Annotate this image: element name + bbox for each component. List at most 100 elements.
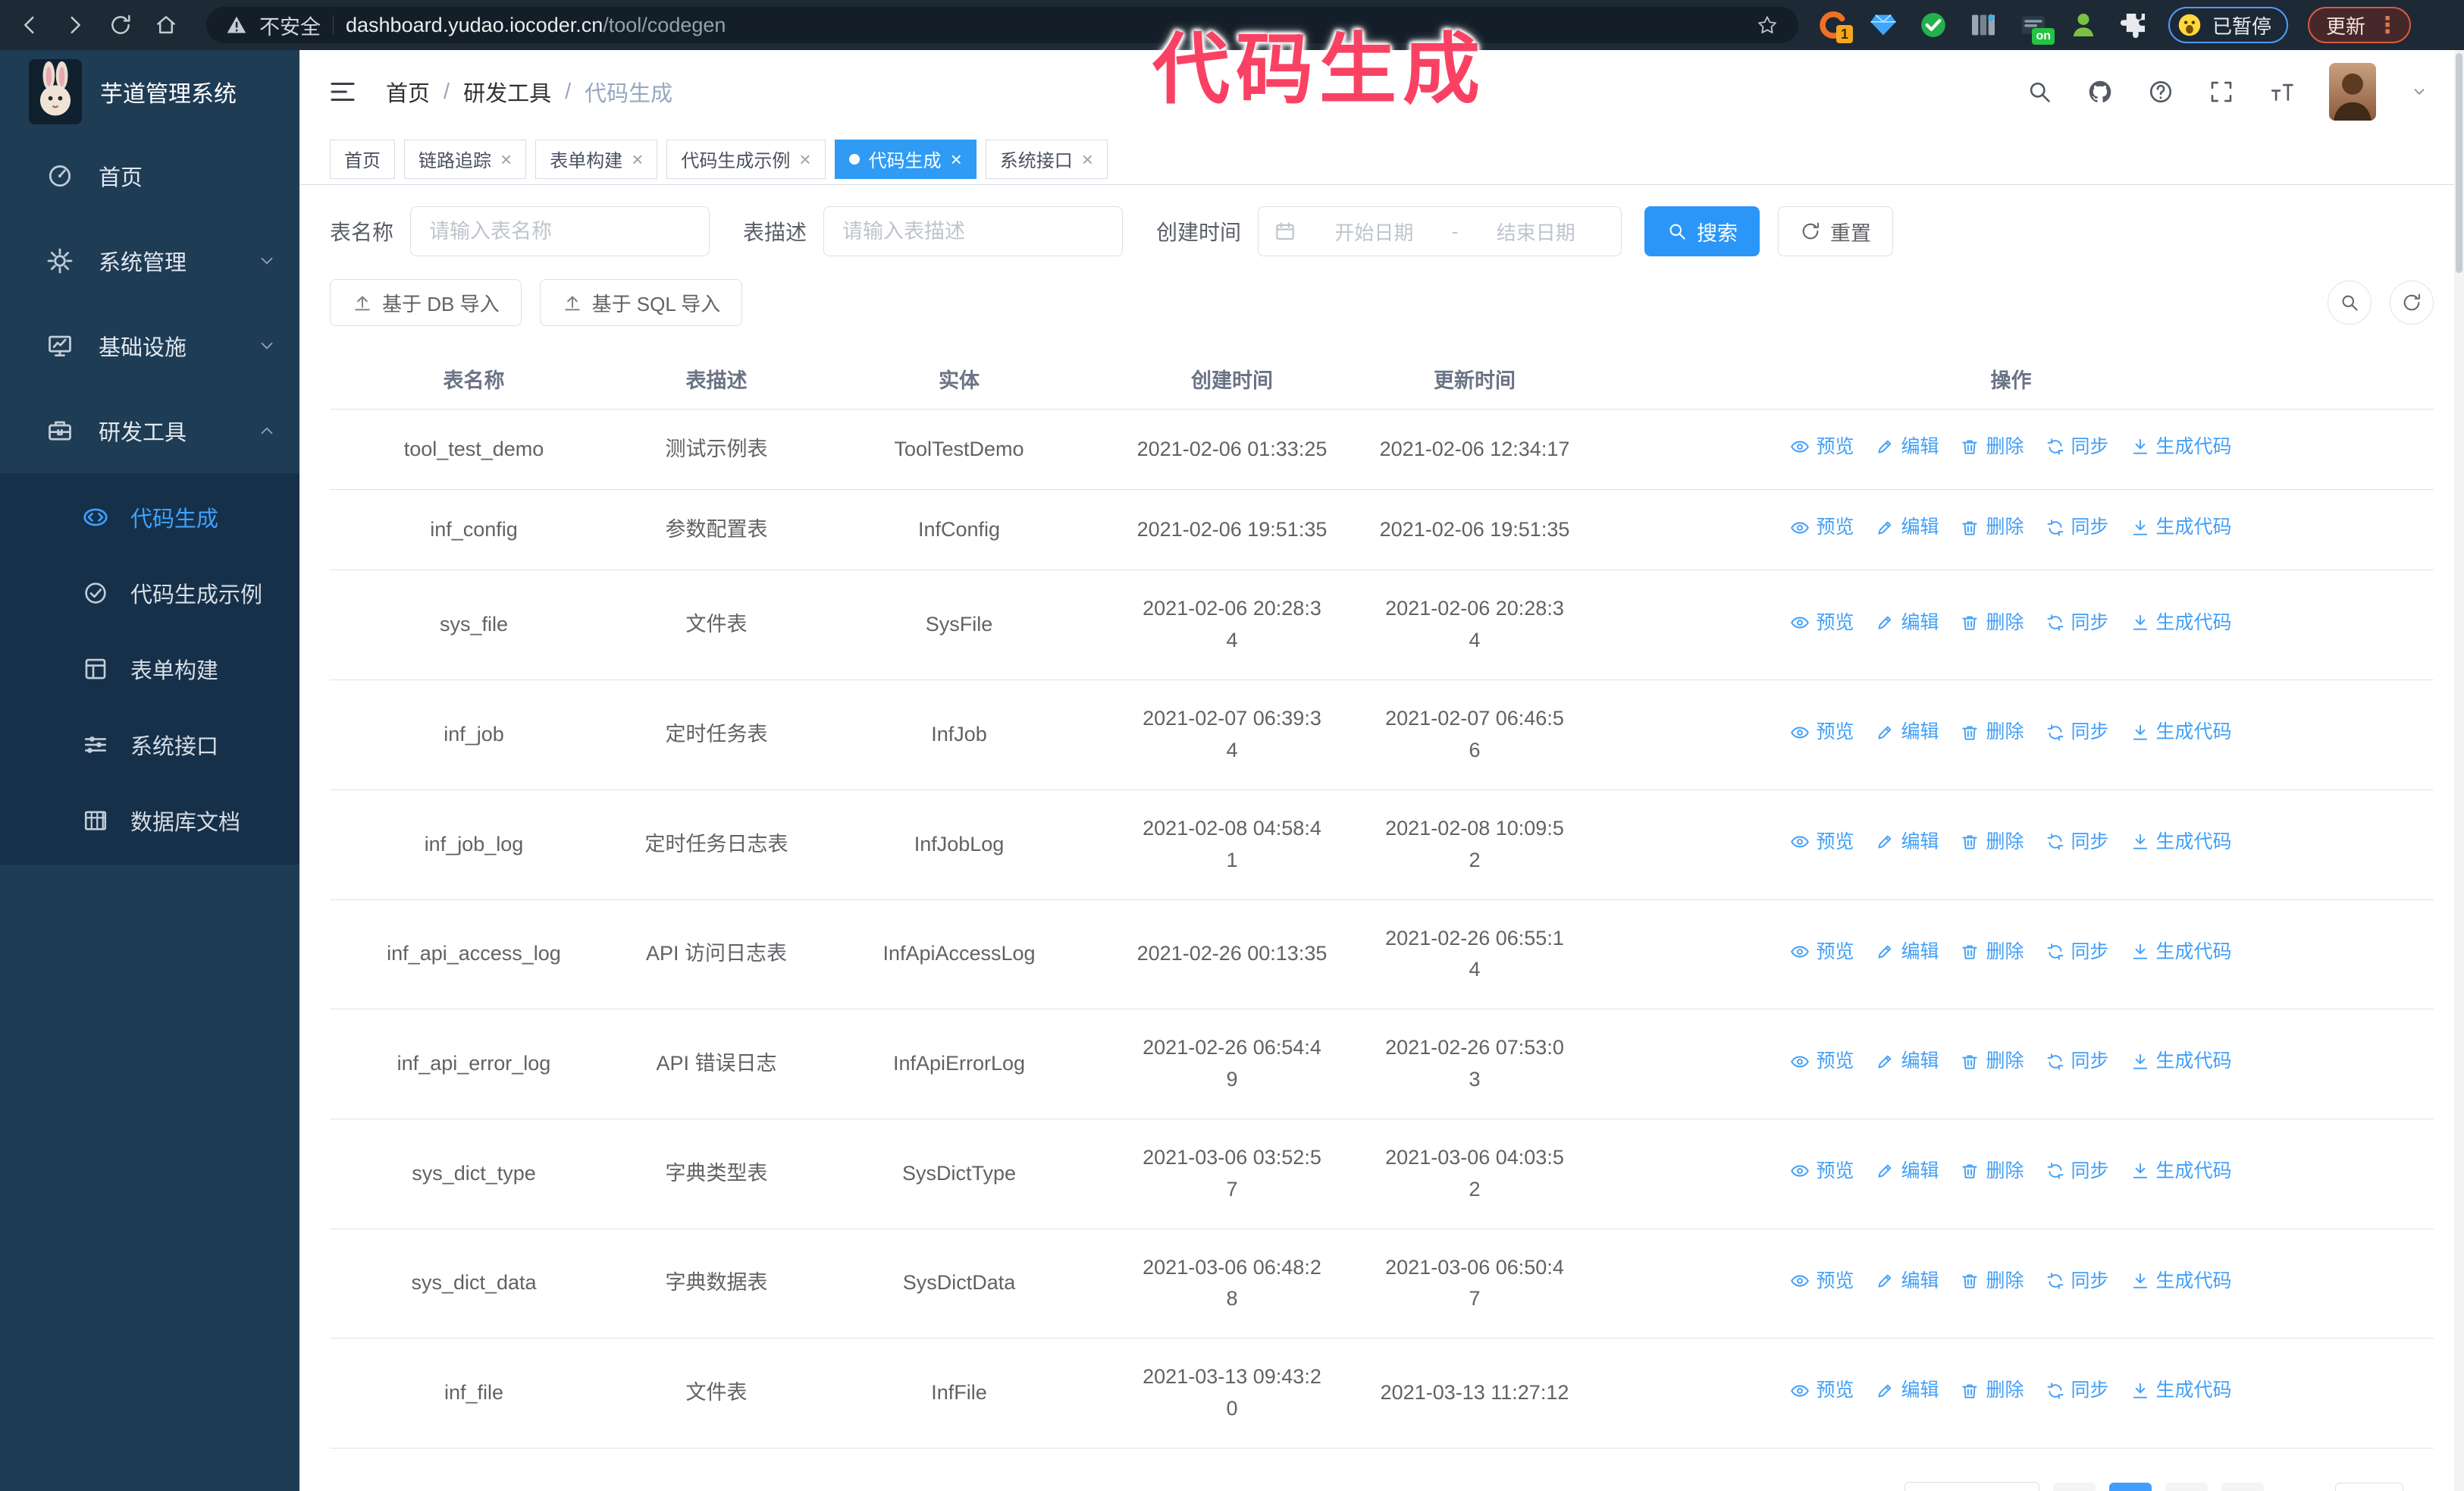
eye-action-link[interactable]: 预览	[1790, 1267, 1854, 1296]
sync-action-link[interactable]: 同步	[2045, 1047, 2109, 1076]
download-action-link[interactable]: 生成代码	[2130, 608, 2232, 638]
tag-3[interactable]: 代码生成示例 ×	[666, 139, 826, 179]
delete-action-link[interactable]: 删除	[1960, 937, 2024, 967]
app-logo[interactable]: 芋道管理系统	[0, 50, 299, 133]
tag-1[interactable]: 链路追踪 ×	[404, 139, 527, 179]
eye-action-link[interactable]: 预览	[1790, 1157, 1854, 1186]
sync-action-link[interactable]: 同步	[2045, 1157, 2109, 1186]
download-action-link[interactable]: 生成代码	[2130, 432, 2232, 462]
scrollbar-thumb[interactable]	[2456, 53, 2462, 273]
sidebar-subitem-form[interactable]: 表单构建	[0, 631, 299, 707]
download-action-link[interactable]: 生成代码	[2130, 1157, 2232, 1186]
extension-blue-gem-icon[interactable]	[1868, 10, 1898, 40]
sync-action-link[interactable]: 同步	[2045, 1376, 2109, 1405]
import-db-button[interactable]: 基于 DB 导入	[330, 279, 522, 326]
hamburger-icon[interactable]	[327, 76, 359, 108]
update-button[interactable]: 更新 ⋮	[2308, 7, 2412, 43]
close-icon[interactable]: ×	[632, 149, 643, 169]
sidebar-subitem-sliders[interactable]: 系统接口	[0, 707, 299, 783]
delete-action-link[interactable]: 删除	[1960, 608, 2024, 638]
sync-action-link[interactable]: 同步	[2045, 717, 2109, 747]
page-scrollbar[interactable]	[2454, 50, 2464, 1491]
date-range-picker[interactable]: 开始日期 - 结束日期	[1258, 206, 1622, 256]
delete-action-link[interactable]: 删除	[1960, 827, 2024, 857]
sidebar-subitem-dbtable[interactable]: 数据库文档	[0, 783, 299, 859]
sync-action-link[interactable]: 同步	[2045, 937, 2109, 967]
sidebar-item-gear[interactable]: 系统管理	[0, 218, 299, 303]
tag-4[interactable]: 代码生成 ×	[834, 139, 977, 179]
goto-page-input[interactable]	[2334, 1482, 2403, 1491]
download-action-link[interactable]: 生成代码	[2130, 717, 2232, 747]
edit-action-link[interactable]: 编辑	[1875, 1267, 1939, 1296]
tag-0[interactable]: 首页	[330, 139, 395, 179]
eye-action-link[interactable]: 预览	[1790, 513, 1854, 542]
extension-green-figure-icon[interactable]	[2068, 10, 2099, 40]
paused-badge[interactable]: 已暂停	[2168, 7, 2289, 43]
breadcrumb-item[interactable]: 研发工具	[463, 76, 551, 108]
edit-action-link[interactable]: 编辑	[1875, 608, 1939, 638]
browser-forward-icon[interactable]	[62, 12, 88, 38]
close-icon[interactable]: ×	[951, 149, 962, 169]
eye-action-link[interactable]: 预览	[1790, 827, 1854, 857]
font-size-icon[interactable]	[2268, 78, 2296, 105]
close-icon[interactable]: ×	[500, 149, 512, 169]
edit-action-link[interactable]: 编辑	[1875, 432, 1939, 462]
address-bar[interactable]: 不安全 dashboard.yudao.iocoder.cn/tool/code…	[206, 7, 1798, 43]
delete-action-link[interactable]: 删除	[1960, 1267, 2024, 1296]
refresh-table-button[interactable]	[2390, 281, 2434, 325]
breadcrumb-item[interactable]: 首页	[386, 76, 430, 108]
edit-action-link[interactable]: 编辑	[1875, 513, 1939, 542]
tag-5[interactable]: 系统接口 ×	[985, 139, 1108, 179]
sync-action-link[interactable]: 同步	[2045, 608, 2109, 638]
bookmark-star-icon[interactable]	[1756, 14, 1779, 36]
sync-action-link[interactable]: 同步	[2045, 513, 2109, 542]
help-icon[interactable]	[2147, 78, 2174, 105]
avatar[interactable]	[2329, 63, 2376, 121]
table-name-input[interactable]	[410, 206, 710, 256]
search-button[interactable]: 搜索	[1644, 206, 1760, 256]
eye-action-link[interactable]: 预览	[1790, 432, 1854, 462]
sidebar-item-toolbox[interactable]: 研发工具	[0, 388, 299, 473]
page-button-2[interactable]: 2	[2165, 1482, 2208, 1491]
delete-action-link[interactable]: 删除	[1960, 1157, 2024, 1186]
eye-action-link[interactable]: 预览	[1790, 717, 1854, 747]
delete-action-link[interactable]: 删除	[1960, 432, 2024, 462]
edit-action-link[interactable]: 编辑	[1875, 1157, 1939, 1186]
delete-action-link[interactable]: 删除	[1960, 1047, 2024, 1076]
next-page-button[interactable]	[2221, 1482, 2264, 1491]
download-action-link[interactable]: 生成代码	[2130, 937, 2232, 967]
fullscreen-icon[interactable]	[2208, 78, 2235, 105]
search-icon[interactable]	[2026, 78, 2053, 105]
edit-action-link[interactable]: 编辑	[1875, 827, 1939, 857]
edit-action-link[interactable]: 编辑	[1875, 717, 1939, 747]
edit-action-link[interactable]: 编辑	[1875, 1047, 1939, 1076]
prev-page-button[interactable]	[2052, 1482, 2096, 1491]
delete-action-link[interactable]: 删除	[1960, 1376, 2024, 1405]
delete-action-link[interactable]: 删除	[1960, 513, 2024, 542]
sync-action-link[interactable]: 同步	[2045, 432, 2109, 462]
edit-action-link[interactable]: 编辑	[1875, 1376, 1939, 1405]
github-icon[interactable]	[2086, 78, 2114, 105]
extension-green-check-icon[interactable]	[1918, 10, 1948, 40]
sidebar-item-monitor[interactable]: 基础设施	[0, 303, 299, 388]
browser-back-icon[interactable]	[17, 12, 42, 38]
import-sql-button[interactable]: 基于 SQL 导入	[539, 279, 743, 326]
close-icon[interactable]: ×	[1082, 149, 1093, 169]
tag-2[interactable]: 表单构建 ×	[535, 139, 658, 179]
sync-action-link[interactable]: 同步	[2045, 827, 2109, 857]
download-action-link[interactable]: 生成代码	[2130, 1376, 2232, 1405]
sidebar-subitem-example[interactable]: 代码生成示例	[0, 555, 299, 631]
extensions-puzzle-icon[interactable]	[2118, 10, 2149, 40]
eye-action-link[interactable]: 预览	[1790, 608, 1854, 638]
eye-action-link[interactable]: 预览	[1790, 937, 1854, 967]
download-action-link[interactable]: 生成代码	[2130, 1267, 2232, 1296]
sidebar-item-gauge[interactable]: 首页	[0, 133, 299, 218]
page-size-select[interactable]: 10条/页	[1904, 1481, 2039, 1491]
edit-action-link[interactable]: 编辑	[1875, 937, 1939, 967]
eye-action-link[interactable]: 预览	[1790, 1047, 1854, 1076]
download-action-link[interactable]: 生成代码	[2130, 1047, 2232, 1076]
page-button-1[interactable]: 1	[2108, 1482, 2152, 1491]
reset-button[interactable]: 重置	[1778, 206, 1894, 256]
chevron-down-icon[interactable]	[2409, 82, 2429, 102]
sync-action-link[interactable]: 同步	[2045, 1267, 2109, 1296]
